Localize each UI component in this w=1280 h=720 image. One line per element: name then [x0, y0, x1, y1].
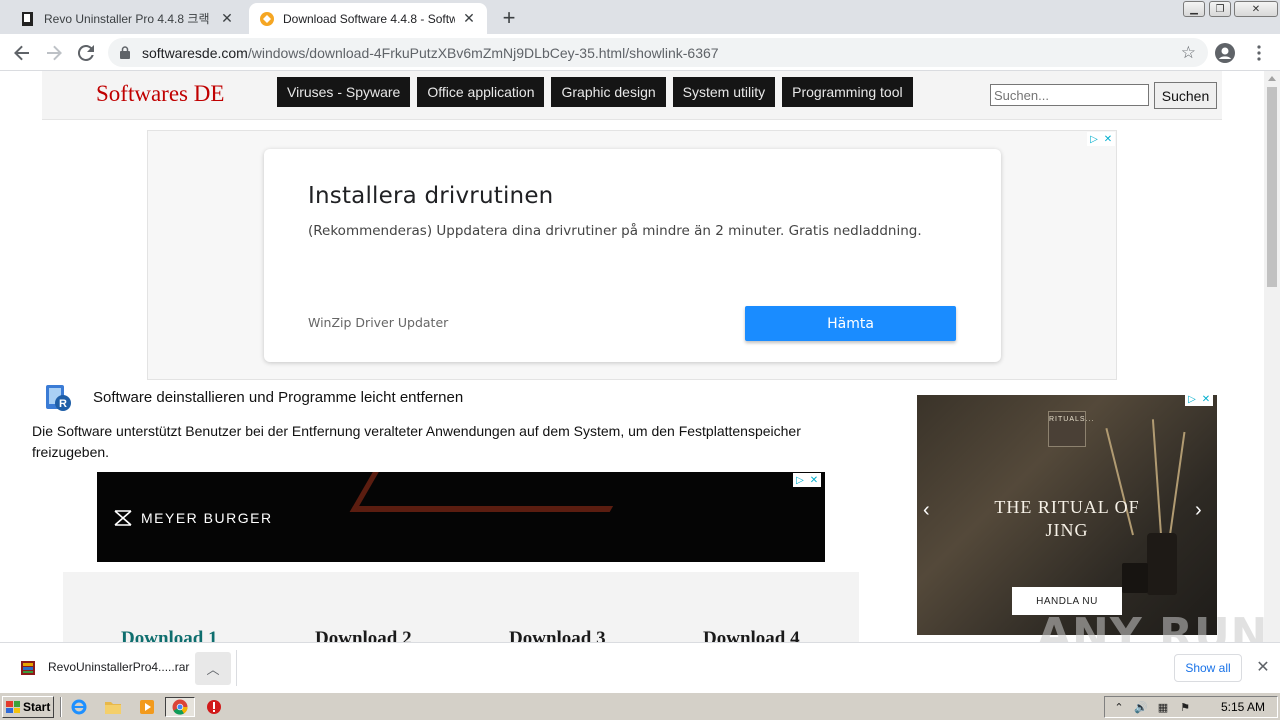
restore-button[interactable]: ❐	[1209, 1, 1231, 17]
taskbar-separator	[60, 697, 62, 717]
tray-expand-icon[interactable]: ⌃	[1111, 699, 1127, 715]
tab-revo-uninstaller[interactable]: Revo Uninstaller Pro 4.4.8 크랙 다운로드 ✕	[10, 3, 245, 34]
show-all-downloads-button[interactable]: Show all	[1174, 654, 1242, 682]
candle	[1122, 563, 1148, 593]
site-brand-link[interactable]: Softwares DE	[96, 81, 224, 107]
scroll-up-arrow[interactable]	[1268, 76, 1276, 81]
menu-item-viruses-spyware[interactable]: Viruses - Spyware	[277, 77, 411, 107]
new-tab-button[interactable]: +	[497, 5, 521, 30]
reed-stick	[1169, 431, 1186, 536]
lock-icon	[120, 46, 134, 59]
ad-brand-name: MEYER BURGER	[141, 510, 273, 526]
shelf-divider	[236, 650, 237, 686]
ad-close-icon[interactable]: ✕	[1101, 132, 1115, 146]
tab-title: Download Software 4.4.8 - Software	[283, 11, 455, 26]
back-button[interactable]	[9, 40, 35, 66]
media-player-icon[interactable]	[136, 697, 158, 717]
revo-app-icon: R	[43, 383, 73, 413]
volume-icon[interactable]: 🔊	[1133, 699, 1149, 715]
meyer-burger-ad[interactable]: MEYER BURGER ▷ ✕	[97, 472, 825, 562]
software-description: Die Software unterstützt Benutzer bei de…	[32, 423, 801, 460]
chrome-taskbar-icon[interactable]	[165, 697, 195, 717]
site-search-button[interactable]: Suchen	[1154, 82, 1217, 109]
download-link-4[interactable]: Download 4	[703, 628, 800, 642]
download-link-3[interactable]: Download 3	[509, 628, 606, 642]
tab-download-software[interactable]: Download Software 4.4.8 - Software ✕	[249, 3, 487, 34]
download-links-panel: Download 1 Download 2 Download 3 Downloa…	[63, 572, 859, 642]
rar-file-icon	[20, 660, 36, 676]
downloaded-file-name[interactable]: RevoUninstallerPro4.....rar	[48, 660, 189, 674]
taskbar-clock[interactable]: 5:15 AM	[1221, 700, 1265, 714]
network-icon[interactable]: ▦	[1155, 699, 1171, 715]
internet-explorer-icon[interactable]	[68, 697, 90, 717]
ad-close-icon[interactable]: ✕	[1199, 395, 1213, 406]
driver-updater-ad[interactable]: ▷ ✕ Installera drivrutinen (Rekommendera…	[147, 130, 1117, 380]
bookmark-star-icon[interactable]: ☆	[1181, 43, 1196, 63]
system-tray: ⌃ 🔊 ▦ ⚑ 5:15 AM	[1104, 696, 1278, 718]
adchoices-icon[interactable]: ▷	[1185, 395, 1199, 406]
rituals-side-ad[interactable]: RITUALS... THE RITUAL OF JING HANDLA NU …	[917, 395, 1217, 635]
meyer-burger-logo-icon	[114, 510, 132, 526]
ad-sponsor: WinZip Driver Updater	[308, 315, 449, 330]
tab-close-icon[interactable]: ✕	[461, 10, 477, 27]
windows-taskbar: Start ⌃ 🔊 ▦ ⚑ 5:15 AM	[0, 692, 1280, 720]
main-menu: Viruses - Spyware Office application Gra…	[277, 77, 913, 107]
chevron-up-icon[interactable]: ︿	[195, 652, 231, 685]
diffuser-bottle	[1147, 533, 1177, 595]
adchoices-icon[interactable]: ▷	[1087, 132, 1101, 146]
svg-text:R: R	[59, 398, 67, 410]
start-label: Start	[23, 700, 51, 714]
site-header: Softwares DE Viruses - Spyware Office ap…	[42, 71, 1222, 120]
tab-close-icon[interactable]: ✕	[219, 10, 235, 27]
close-shelf-icon[interactable]: ✕	[1253, 657, 1273, 677]
tab-title: Revo Uninstaller Pro 4.4.8 크랙 다운로드	[44, 12, 213, 26]
action-center-flag-icon[interactable]: ⚑	[1177, 699, 1193, 715]
url-host: softwaresde.com	[142, 44, 248, 61]
adchoices-icon[interactable]: ▷	[793, 473, 807, 487]
close-window-button[interactable]: ✕	[1234, 1, 1278, 17]
stop-sign-icon[interactable]	[203, 697, 225, 717]
chevron-right-icon[interactable]: ›	[1195, 499, 1202, 522]
download-link-1[interactable]: Download 1	[121, 628, 218, 642]
ad-download-button[interactable]: Hämta	[745, 306, 956, 341]
reload-button[interactable]	[73, 40, 99, 66]
scrollbar-thumb[interactable]	[1267, 87, 1277, 287]
start-button[interactable]: Start	[2, 696, 54, 718]
windows-logo-icon	[6, 701, 20, 713]
page-icon	[20, 11, 36, 27]
ad-brand-logo: MEYER BURGER	[113, 508, 273, 528]
profile-icon[interactable]	[1214, 42, 1236, 64]
software-heading: Software deinstallieren und Programme le…	[93, 389, 464, 406]
download-shelf: RevoUninstallerPro4.....rar ︿ Show all ✕	[0, 642, 1280, 692]
menu-item-programming-tool[interactable]: Programming tool	[782, 77, 913, 107]
tab-strip: Revo Uninstaller Pro 4.4.8 크랙 다운로드 ✕ Dow…	[0, 0, 1280, 34]
forward-button[interactable]	[41, 40, 67, 66]
menu-item-graphic-design[interactable]: Graphic design	[551, 77, 666, 107]
ad-choices[interactable]: ▷ ✕	[1087, 132, 1115, 146]
page-viewport: Softwares DE Viruses - Spyware Office ap…	[0, 71, 1264, 642]
ad-choices[interactable]: ▷ ✕	[1185, 395, 1213, 406]
ad-choices[interactable]: ▷ ✕	[793, 473, 821, 487]
browser-toolbar: softwaresde.com/windows/download-4FrkuPu…	[0, 34, 1280, 71]
site-search-input[interactable]	[990, 84, 1149, 106]
ad-close-icon[interactable]: ✕	[807, 473, 821, 487]
site-favicon-icon	[259, 11, 275, 27]
minimize-button[interactable]: ▁	[1183, 1, 1205, 17]
page-scrollbar[interactable]	[1264, 71, 1280, 642]
ad-description: (Rekommenderas) Uppdatera dina drivrutin…	[308, 223, 922, 239]
address-bar[interactable]: softwaresde.com/windows/download-4FrkuPu…	[108, 38, 1208, 67]
side-ad-headline: THE RITUAL OF JING	[994, 497, 1140, 540]
chevron-left-icon[interactable]: ‹	[923, 499, 930, 522]
ad-artwork	[349, 472, 645, 512]
explorer-folder-icon[interactable]	[102, 697, 124, 717]
url-path: /windows/download-4FrkuPutzXBv6mZmNj9DLb…	[247, 44, 719, 61]
menu-item-office-application[interactable]: Office application	[417, 77, 545, 107]
ad-card: Installera drivrutinen (Rekommenderas) U…	[264, 149, 1001, 362]
rituals-logo: RITUALS...	[1048, 411, 1093, 447]
download-link-2[interactable]: Download 2	[315, 628, 412, 642]
menu-kebab-icon[interactable]	[1248, 42, 1270, 64]
ad-title: Installera drivrutinen	[308, 183, 554, 209]
menu-item-system-utility[interactable]: System utility	[672, 77, 776, 107]
